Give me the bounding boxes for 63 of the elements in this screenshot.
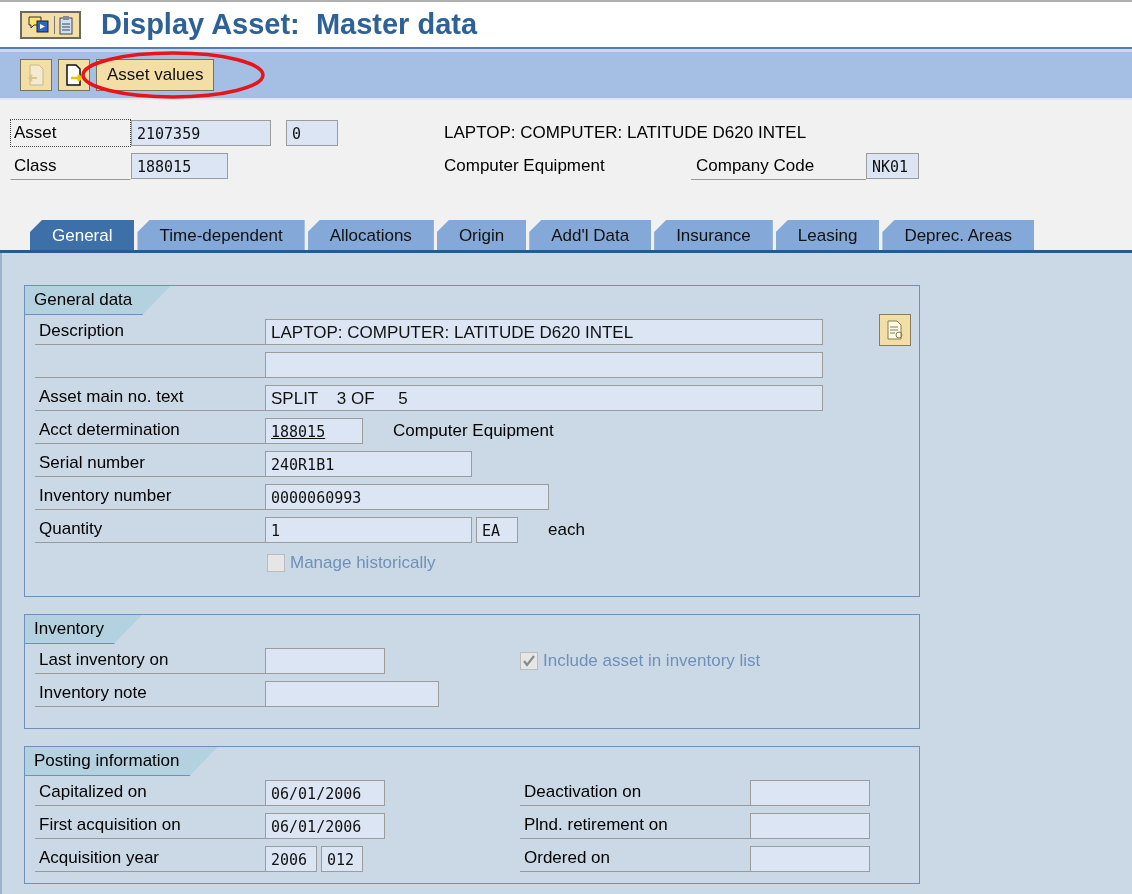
field-label: Inventory number: [35, 483, 265, 510]
tab[interactable]: Time-dependent: [137, 220, 305, 250]
field-label: Plnd. retirement on: [520, 812, 750, 839]
tab[interactable]: Allocations: [307, 220, 434, 250]
asset-description: LAPTOP: COMPUTER: LATITUDE D620 INTEL: [444, 123, 807, 143]
input-field[interactable]: 1: [265, 516, 472, 543]
input-field[interactable]: [265, 680, 439, 707]
input-field[interactable]: 2006: [265, 845, 317, 872]
input-field[interactable]: 06/01/2006: [265, 779, 385, 806]
section-title: Inventory: [25, 615, 142, 644]
field-label: Deactivation on: [520, 779, 750, 806]
checkbox-label: Include asset in inventory list: [543, 650, 761, 671]
field-label: Asset main no. text: [35, 384, 265, 411]
input-field[interactable]: LAPTOP: COMPUTER: LATITUDE D620 INTEL: [265, 318, 823, 345]
tab[interactable]: Insurance: [654, 220, 773, 250]
tab[interactable]: General: [30, 220, 135, 250]
field-label: Inventory note: [35, 680, 265, 707]
field-note: Computer Equipment: [393, 420, 554, 441]
tab[interactable]: Deprec. Areas: [882, 220, 1035, 250]
display-change-icon: [28, 14, 50, 35]
input-field[interactable]: 240R1B1: [265, 450, 472, 477]
tab[interactable]: Leasing: [775, 220, 880, 250]
asset-values-button[interactable]: Asset values: [96, 59, 215, 91]
back-document-button[interactable]: [20, 59, 52, 91]
field-label: Ordered on: [520, 845, 750, 872]
input-field[interactable]: [750, 779, 870, 806]
input-field[interactable]: 012: [321, 845, 363, 872]
tab[interactable]: Origin: [436, 220, 527, 250]
input-field[interactable]: [265, 351, 823, 378]
input-field[interactable]: EA: [476, 516, 518, 543]
field-label: Capitalized on: [35, 779, 265, 806]
field-label: Quantity: [35, 516, 265, 543]
input-field[interactable]: [750, 845, 870, 872]
field-label: Acct determination: [35, 417, 265, 444]
clipboard-icon: [59, 14, 73, 35]
field-label: Last inventory on: [35, 647, 265, 674]
document-arrow-icon: [65, 64, 83, 86]
asset-number-field[interactable]: 2107359: [131, 120, 271, 146]
document-edit-icon: [886, 320, 904, 340]
checkbox-label: Manage historically: [290, 552, 436, 573]
section-title: Posting information: [25, 747, 218, 776]
input-field[interactable]: 188015: [265, 417, 363, 444]
long-text-button[interactable]: [879, 314, 911, 346]
company-code-field[interactable]: NK01: [866, 153, 919, 179]
document-arrow-icon: [27, 64, 45, 86]
field-label: Acquisition year: [35, 845, 265, 872]
field-label: First acquisition on: [35, 812, 265, 839]
next-document-button[interactable]: [58, 59, 90, 91]
input-field[interactable]: [750, 812, 870, 839]
input-field[interactable]: SPLIT 3 OF 5: [265, 384, 823, 411]
tab[interactable]: Add'l Data: [529, 220, 652, 250]
sub-number-field[interactable]: 0: [286, 120, 338, 146]
input-field[interactable]: 06/01/2006: [265, 812, 385, 839]
input-field[interactable]: [265, 647, 385, 674]
title-icon-button[interactable]: [20, 10, 81, 39]
field-label: Serial number: [35, 450, 265, 477]
field-note: each: [548, 519, 585, 540]
input-field[interactable]: 0000060993: [265, 483, 549, 510]
class-name: Computer Equipment: [444, 156, 606, 176]
class-field[interactable]: 188015: [131, 153, 228, 179]
field-label: Description: [35, 318, 265, 345]
window-title: Display Asset: Master data: [101, 8, 478, 41]
section-title: General data: [25, 286, 171, 315]
